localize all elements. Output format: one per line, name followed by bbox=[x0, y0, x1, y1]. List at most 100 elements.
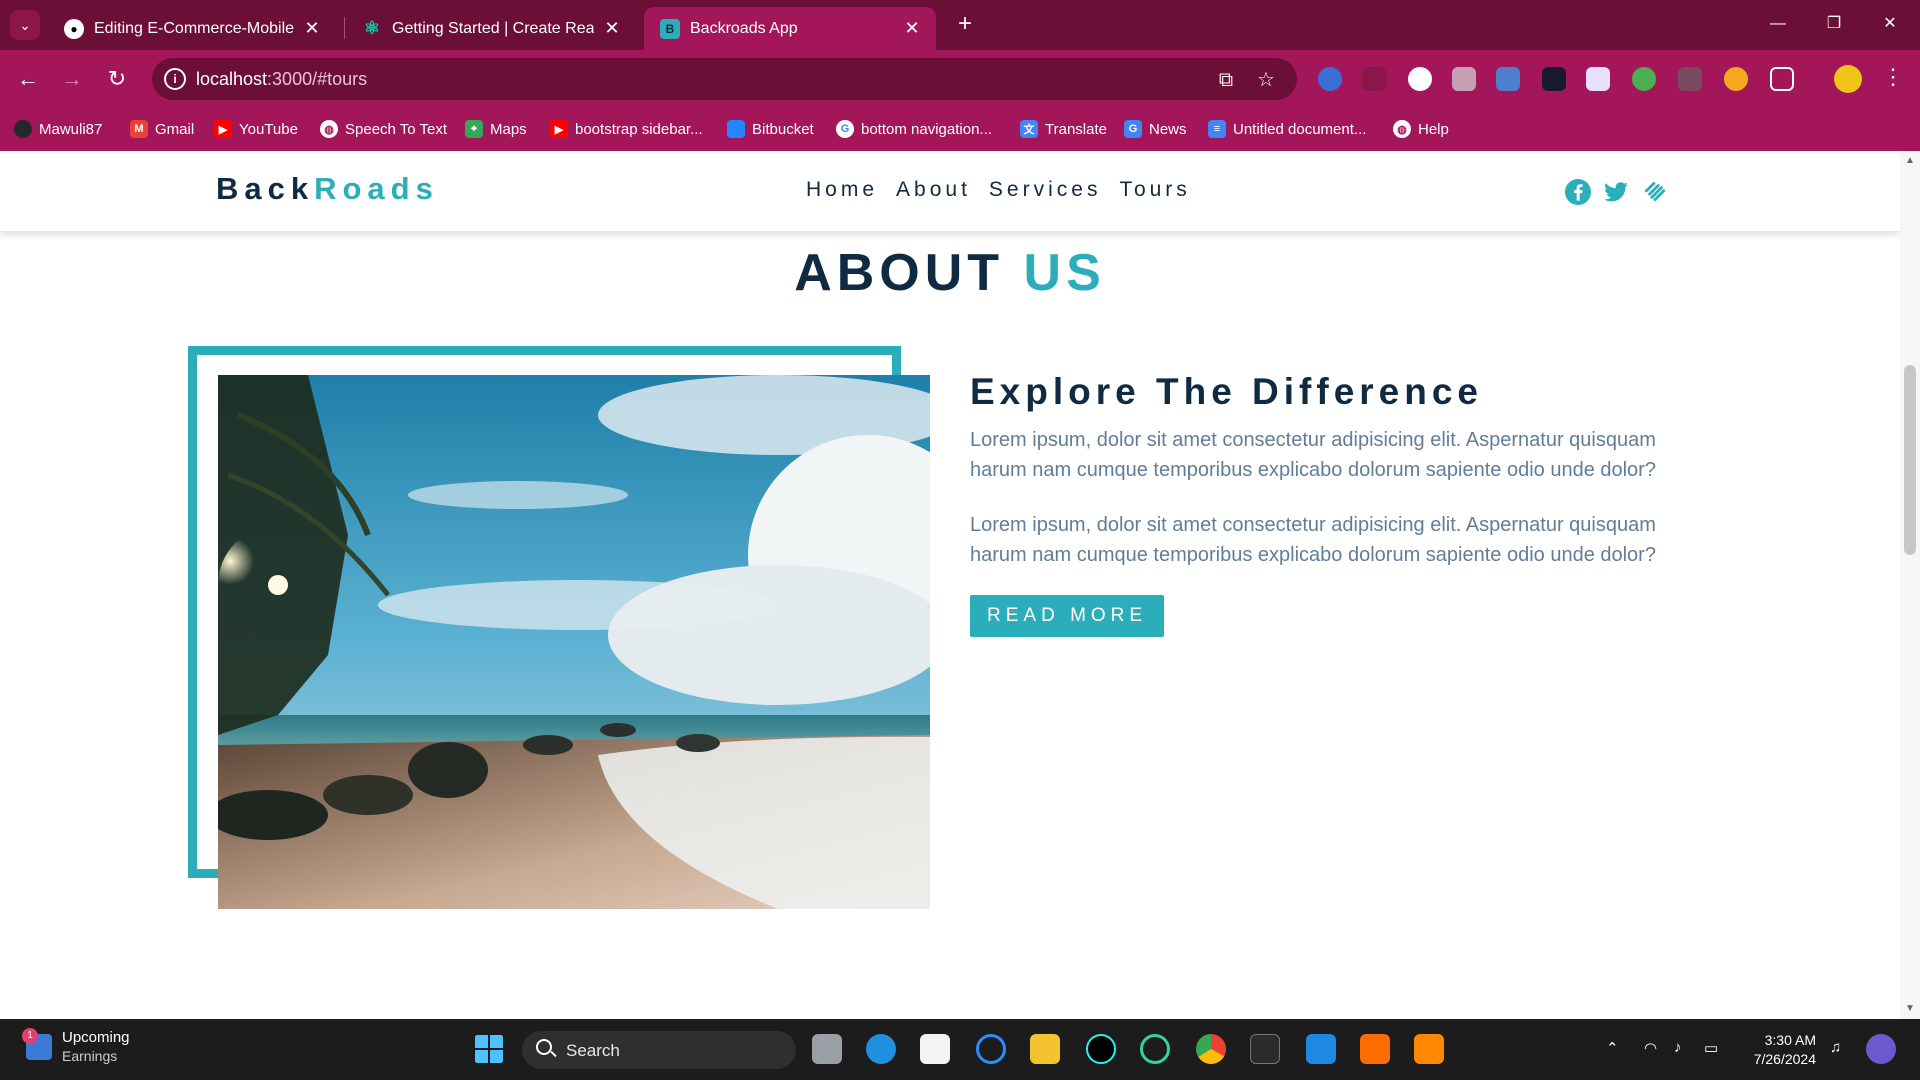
copilot-icon[interactable] bbox=[1866, 1034, 1896, 1064]
site-info-icon[interactable]: i bbox=[164, 68, 186, 90]
twitter-icon[interactable] bbox=[1603, 179, 1629, 205]
extension-icon[interactable] bbox=[1496, 67, 1520, 91]
squarespace-icon[interactable] bbox=[1642, 179, 1668, 205]
translate-icon: 文 bbox=[1020, 120, 1038, 138]
nav-link-about[interactable]: About bbox=[896, 178, 971, 202]
widget-subtitle: Earnings bbox=[62, 1048, 118, 1064]
back-button[interactable]: ← bbox=[14, 65, 42, 93]
browser-menu-icon[interactable]: ⋮ bbox=[1882, 64, 1904, 90]
nav-link-tours[interactable]: Tours bbox=[1119, 178, 1190, 202]
extension-icon[interactable] bbox=[1318, 67, 1342, 91]
bookmark-item[interactable]: Mawuli87 bbox=[14, 116, 102, 142]
gmail-icon: M bbox=[130, 120, 148, 138]
toolbar: ← → ↻ i localhost:3000/#tours ⧉ ☆ ⋮ bbox=[0, 50, 1920, 108]
system-clock[interactable]: 3:30 AM 7/26/2024 bbox=[1730, 1031, 1816, 1069]
extension-icon[interactable] bbox=[1678, 67, 1702, 91]
restore-button[interactable]: ❐ bbox=[1814, 8, 1854, 40]
section-title: ABOUT US bbox=[794, 244, 1106, 302]
beach-image bbox=[218, 375, 930, 909]
bookmark-item[interactable]: ◍ Help bbox=[1393, 116, 1449, 142]
extension-icon[interactable] bbox=[1408, 67, 1432, 91]
address-bar[interactable]: i localhost:3000/#tours ⧉ ☆ bbox=[152, 58, 1297, 100]
scrollbar-thumb[interactable] bbox=[1904, 365, 1916, 555]
news-icon: G bbox=[1124, 120, 1142, 138]
tab-title: Editing E-Commerce-Mobile-Ap bbox=[94, 19, 294, 37]
minimize-button[interactable]: — bbox=[1758, 8, 1798, 40]
backroads-favicon-icon: B bbox=[660, 18, 680, 39]
chart-icon: 1 bbox=[22, 1027, 52, 1060]
page-viewport: ABOUT US Explore The Difference Lorem ip… bbox=[0, 151, 1900, 1019]
terminal-icon[interactable] bbox=[1250, 1034, 1280, 1064]
bookmark-item[interactable]: M Gmail bbox=[130, 116, 194, 142]
taskbar-search[interactable]: Search bbox=[522, 1031, 796, 1069]
widgets-button[interactable]: 1 Upcoming Earnings bbox=[22, 1027, 130, 1064]
vlc-icon[interactable] bbox=[1414, 1034, 1444, 1064]
close-icon[interactable]: ✕ bbox=[302, 18, 322, 39]
facebook-icon[interactable] bbox=[1565, 179, 1591, 205]
bookmark-item[interactable]: ◍ Speech To Text bbox=[320, 116, 447, 142]
notification-bell-icon[interactable]: ♫ bbox=[1830, 1039, 1841, 1056]
windows-taskbar: 1 Upcoming Earnings Search ⌃ ◠ ♪ ▭ 3:30 … bbox=[0, 1019, 1920, 1080]
extension-icon[interactable] bbox=[1542, 67, 1566, 91]
profile-avatar[interactable] bbox=[1834, 65, 1862, 93]
notification-badge: 1 bbox=[22, 1027, 38, 1044]
extension-icon[interactable] bbox=[1632, 67, 1656, 91]
store-icon[interactable] bbox=[920, 1034, 950, 1064]
tab-title: Getting Started | Create React A bbox=[392, 19, 594, 37]
scroll-up-arrow-icon[interactable]: ▲ bbox=[1905, 155, 1915, 166]
bookmarks-bar: Mawuli87 M Gmail ▶ YouTube ◍ Speech To Text… bbox=[0, 108, 1920, 151]
window-close-button[interactable]: ✕ bbox=[1870, 8, 1910, 40]
nav-link-home[interactable]: Home bbox=[806, 178, 878, 202]
read-more-button[interactable]: READ MORE bbox=[970, 595, 1165, 637]
bookmark-item[interactable]: Bitbucket bbox=[727, 116, 814, 142]
google-icon: G bbox=[836, 120, 854, 138]
battery-icon[interactable]: ▭ bbox=[1704, 1039, 1718, 1057]
maps-icon: ⌖ bbox=[465, 120, 483, 138]
extension-icon[interactable] bbox=[1586, 67, 1610, 91]
tab-backroads[interactable]: B Backroads App ✕ bbox=[644, 7, 936, 50]
task-view-icon[interactable] bbox=[812, 1034, 842, 1064]
app-c-icon[interactable] bbox=[976, 1034, 1006, 1064]
bookmark-item[interactable]: ⌖ Maps bbox=[465, 116, 527, 142]
bookmark-item[interactable]: ▶ bootstrap sidebar... bbox=[550, 116, 703, 142]
scroll-down-arrow-icon[interactable]: ▼ bbox=[1905, 1003, 1915, 1014]
volume-icon[interactable]: ♪ bbox=[1674, 1039, 1682, 1056]
forward-button[interactable]: → bbox=[58, 65, 86, 93]
bookmark-item[interactable]: ≡ Untitled document... bbox=[1208, 116, 1366, 142]
tab-create-react-app[interactable]: ⚛ Getting Started | Create React A ✕ bbox=[346, 7, 636, 50]
windows-start-icon[interactable] bbox=[474, 1034, 504, 1064]
bookmark-item[interactable]: ▶ YouTube bbox=[214, 116, 298, 142]
tab-github[interactable]: ● Editing E-Commerce-Mobile-Ap ✕ bbox=[48, 7, 336, 50]
globe-icon: ◍ bbox=[1393, 120, 1411, 138]
bookmark-item[interactable]: 文 Translate bbox=[1020, 116, 1107, 142]
react-icon: ⚛ bbox=[363, 18, 381, 38]
wifi-icon[interactable]: ◠ bbox=[1644, 1039, 1657, 1057]
app-b-icon[interactable] bbox=[1140, 1034, 1170, 1064]
chrome-icon[interactable] bbox=[1196, 1034, 1226, 1064]
extension-icon[interactable] bbox=[1724, 67, 1748, 91]
bookmark-item[interactable]: G News bbox=[1124, 116, 1187, 142]
reload-button[interactable]: ↻ bbox=[103, 65, 131, 93]
extension-icon[interactable] bbox=[1362, 67, 1386, 91]
close-icon[interactable]: ✕ bbox=[902, 18, 922, 39]
close-icon[interactable]: ✕ bbox=[602, 18, 622, 39]
nav-link-services[interactable]: Services bbox=[989, 178, 1102, 202]
tray-overflow-chevron-icon[interactable]: ⌃ bbox=[1606, 1039, 1619, 1057]
about-paragraph: Lorem ipsum, dolor sit amet consectetur … bbox=[970, 429, 1656, 481]
edge-icon[interactable] bbox=[866, 1034, 896, 1064]
vscode-icon[interactable] bbox=[1306, 1034, 1336, 1064]
extensions-puzzle-icon[interactable] bbox=[1770, 67, 1794, 91]
tab-search-button[interactable]: ⌄ bbox=[10, 10, 40, 40]
extension-icon[interactable] bbox=[1452, 67, 1476, 91]
tiktok-icon[interactable] bbox=[1086, 1034, 1116, 1064]
install-app-icon[interactable]: ⧉ bbox=[1214, 68, 1238, 92]
file-explorer-icon[interactable] bbox=[1030, 1034, 1060, 1064]
site-logo[interactable]: BackRoads bbox=[216, 171, 439, 207]
bookmark-item[interactable]: Gbottom navigation... bbox=[836, 116, 992, 142]
bookmark-star-icon[interactable]: ☆ bbox=[1254, 68, 1278, 92]
url-text[interactable]: localhost:3000/#tours bbox=[196, 69, 367, 90]
search-icon bbox=[536, 1039, 552, 1055]
app-spark-icon[interactable] bbox=[1360, 1034, 1390, 1064]
page-scrollbar[interactable]: ▲ ▼ bbox=[1900, 151, 1920, 1019]
new-tab-button[interactable]: + bbox=[950, 10, 980, 40]
